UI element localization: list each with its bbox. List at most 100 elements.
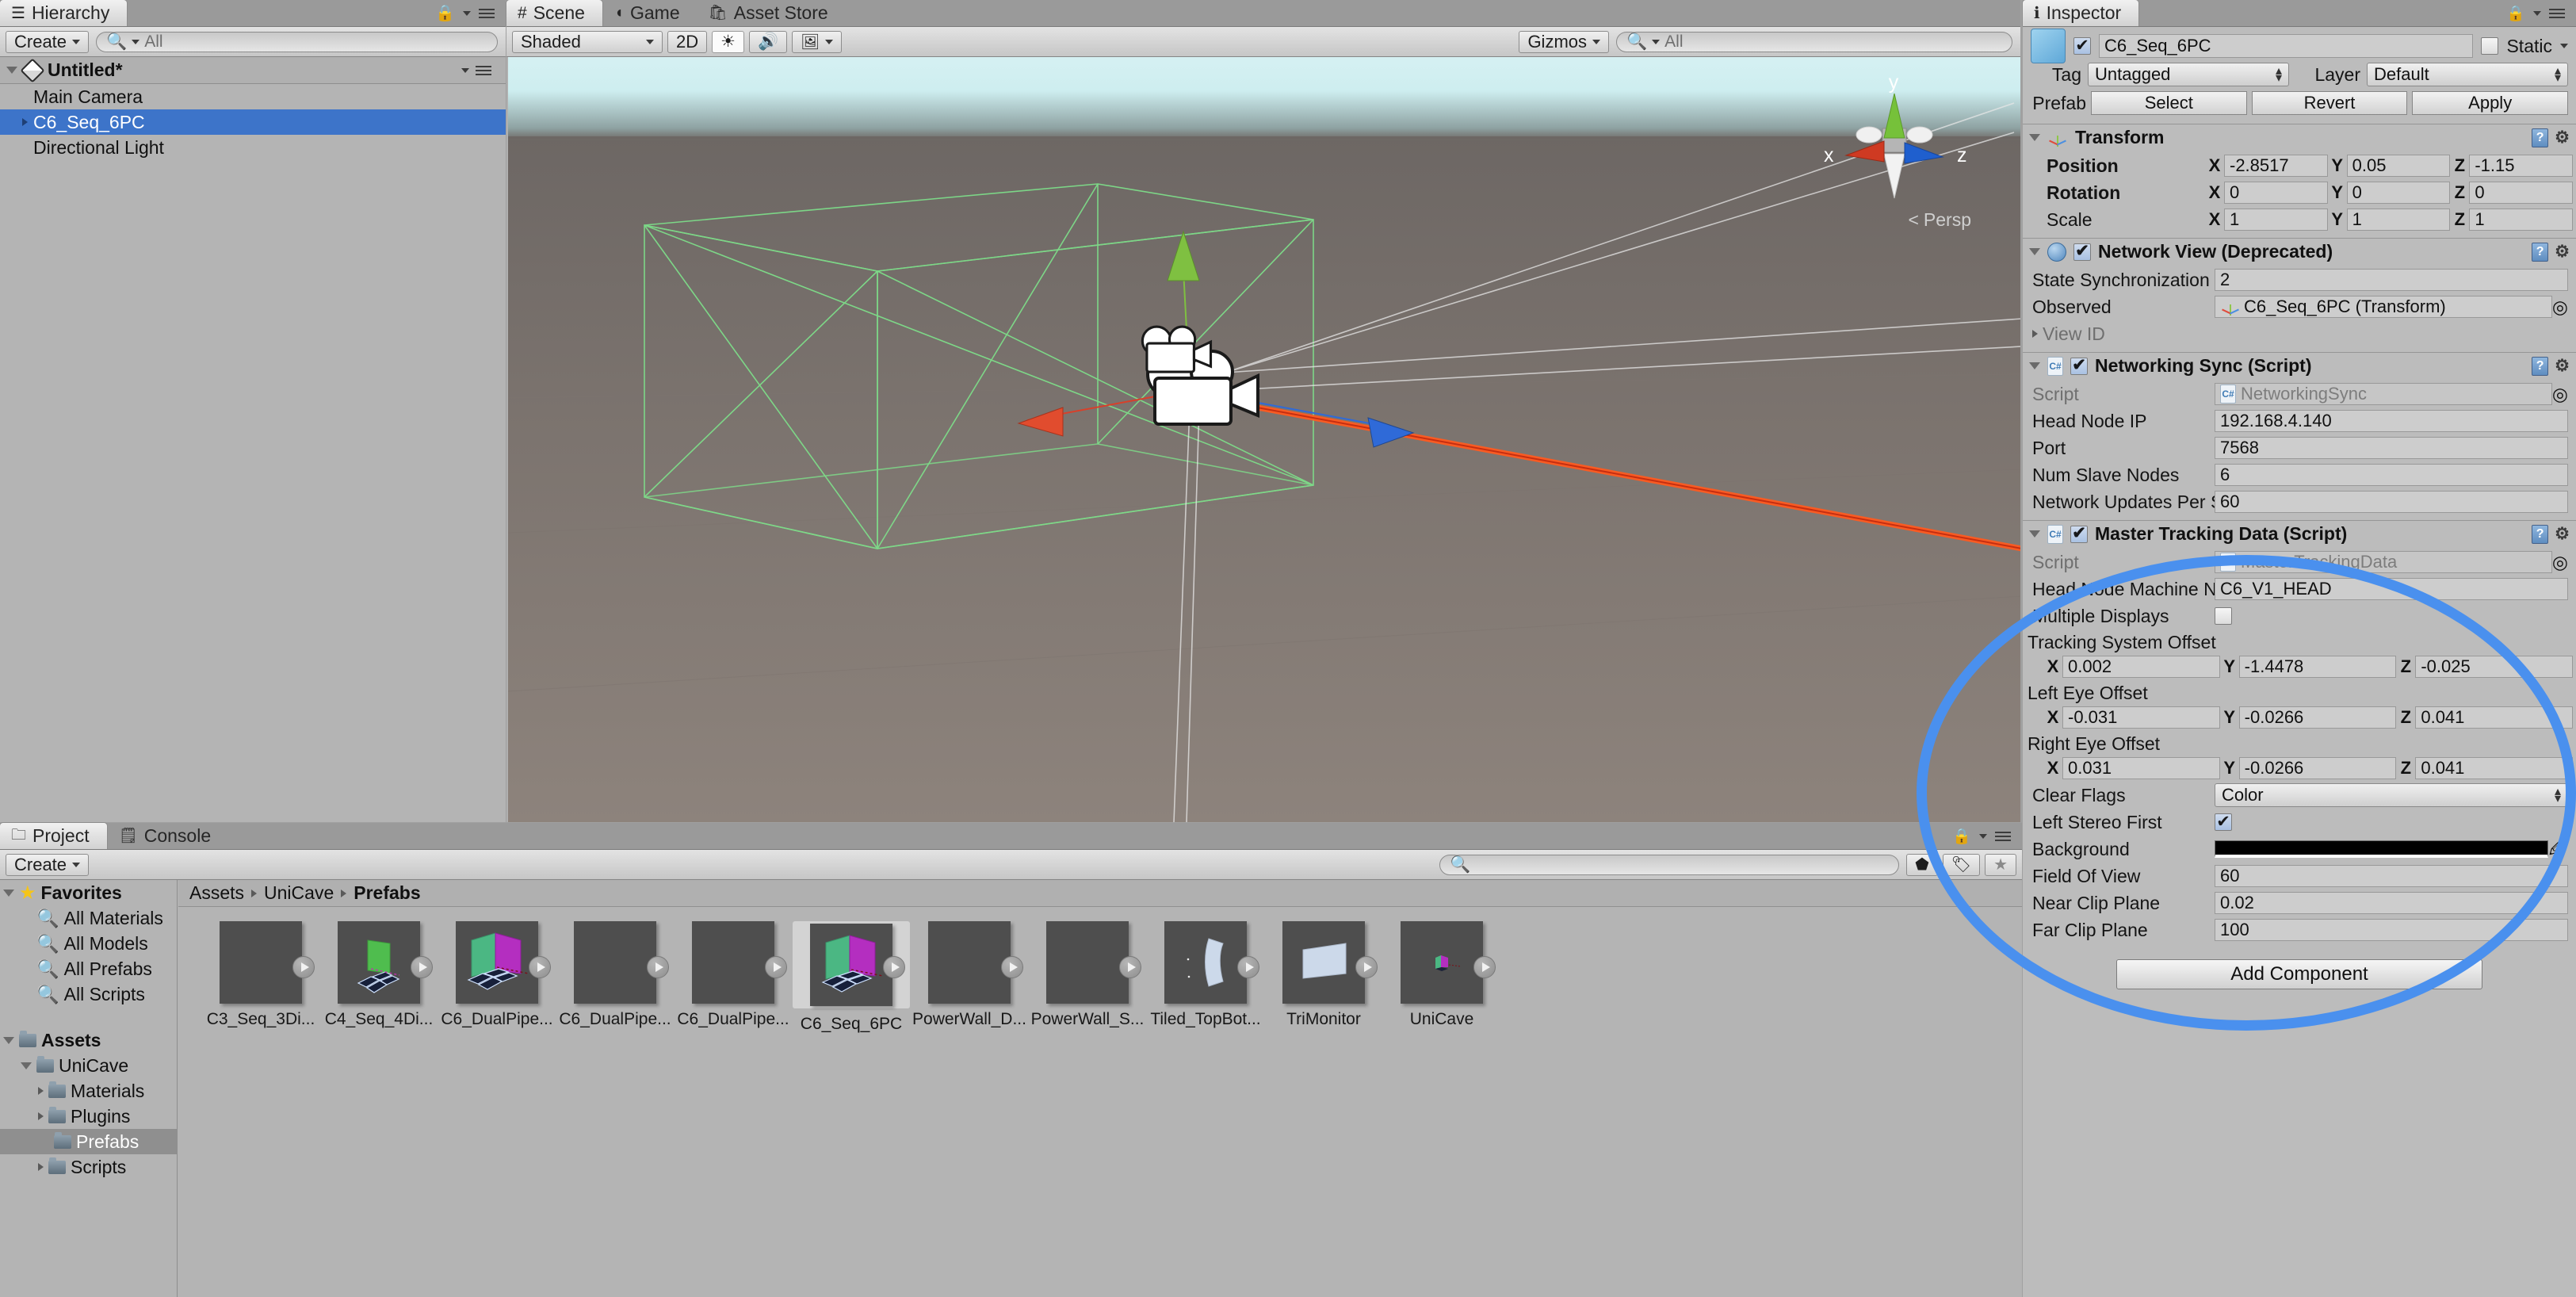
gizmos-dropdown[interactable]: Gizmos (1519, 30, 1609, 53)
chevron-down-icon[interactable] (2029, 362, 2040, 369)
property-input[interactable]: 6 (2215, 464, 2568, 486)
asset-thumbnail[interactable] (810, 924, 892, 1006)
asset-thumbnail[interactable] (456, 921, 538, 1004)
gear-icon[interactable]: ⚙ (2555, 242, 2570, 262)
hierarchy-item[interactable]: Main Camera (0, 84, 506, 109)
filter-by-type-button[interactable]: ⬟ (1906, 853, 1938, 876)
project-tree-item[interactable]: 🔍 All Models (0, 931, 177, 956)
scene-orientation-gizmo[interactable]: y x z (1814, 65, 1973, 224)
create-button[interactable]: Create (6, 30, 90, 53)
asset-expand-button[interactable] (1355, 956, 1378, 978)
chevron-right-icon[interactable] (38, 1163, 44, 1171)
asset-expand-button[interactable] (765, 956, 787, 978)
menu-icon[interactable] (1995, 829, 2011, 844)
asset-item[interactable]: PowerWall_D... (911, 921, 1028, 1029)
asset-item[interactable]: TriMonitor (1265, 921, 1382, 1029)
hierarchy-item[interactable]: Directional Light (0, 135, 506, 160)
hierarchy-item[interactable]: C6_Seq_6PC (0, 109, 506, 135)
tab-hierarchy[interactable]: ☰ Hierarchy (0, 0, 128, 26)
chevron-down-icon[interactable] (6, 67, 17, 74)
asset-item[interactable]: PowerWall_S... (1029, 921, 1146, 1029)
chevron-right-icon[interactable] (38, 1112, 44, 1120)
axis-input-x[interactable]: 0 (2224, 182, 2328, 204)
property-input[interactable]: 60 (2215, 491, 2568, 513)
axis-input-y[interactable]: -0.0266 (2238, 757, 2397, 779)
component-enabled-checkbox[interactable] (2070, 357, 2088, 375)
gear-icon[interactable]: ⚙ (2555, 524, 2570, 544)
add-component-button[interactable]: Add Component (2116, 959, 2482, 989)
asset-thumbnail[interactable] (1046, 921, 1129, 1004)
toggle-2d-button[interactable]: 2D (667, 30, 708, 53)
asset-thumbnail[interactable] (338, 921, 420, 1004)
asset-thumbnail[interactable] (574, 921, 656, 1004)
chevron-down-icon[interactable] (2029, 530, 2040, 538)
color-swatch[interactable] (2215, 840, 2549, 858)
chevron-right-icon[interactable] (2032, 330, 2038, 338)
axis-input-x[interactable]: -2.8517 (2224, 155, 2328, 177)
asset-thumbnail[interactable] (1282, 921, 1365, 1004)
axis-input-x[interactable]: 0.031 (2062, 757, 2220, 779)
hierarchy-scene-row[interactable]: Untitled* (0, 57, 506, 84)
axis-input-y[interactable]: 0 (2346, 182, 2451, 204)
property-input[interactable]: 7568 (2215, 437, 2568, 459)
lock-icon[interactable]: 🔒 (435, 3, 455, 23)
sceneview-search-input[interactable]: 🔍 All (1616, 31, 2012, 52)
component-header-transform[interactable]: Transform? ⚙ (2023, 124, 2576, 151)
asset-expand-button[interactable] (1001, 956, 1023, 978)
asset-item[interactable]: C6_DualPipe... (438, 921, 556, 1029)
axis-input-x[interactable]: 0.002 (2062, 656, 2220, 678)
eyedropper-icon[interactable]: 🖉 (2548, 834, 2568, 865)
component-header-networking-sync-script-[interactable]: C#Networking Sync (Script)?⚙ (2023, 352, 2576, 379)
component-enabled-checkbox[interactable] (2070, 525, 2088, 543)
chevron-down-icon[interactable] (1979, 834, 1987, 839)
chevron-down-icon[interactable] (461, 67, 469, 73)
project-tree-item[interactable]: ★ Favorites (0, 880, 177, 905)
axis-input-z[interactable]: 0.041 (2415, 757, 2574, 779)
scene-canvas[interactable]: y x z < Persp (508, 57, 2020, 822)
chevron-right-icon[interactable] (38, 1087, 44, 1095)
asset-thumbnail[interactable] (1401, 921, 1483, 1004)
help-icon[interactable]: ? (2532, 356, 2549, 376)
gameobject-name-input[interactable]: C6_Seq_6PC (2099, 34, 2474, 58)
tab-console[interactable]: 🗒 Console (108, 822, 229, 849)
menu-icon[interactable] (2549, 6, 2565, 21)
asset-thumbnail[interactable] (692, 921, 774, 1004)
breadcrumb-unicave[interactable]: UniCave (264, 882, 334, 904)
draw-mode-dropdown[interactable]: Shaded (512, 30, 663, 53)
tab-project[interactable]: 🗀 Project (0, 822, 108, 849)
asset-expand-button[interactable] (647, 956, 669, 978)
property-input[interactable]: 192.168.4.140 (2215, 410, 2568, 432)
filter-by-label-button[interactable]: 🏷 (1942, 853, 1981, 876)
axis-input-z[interactable]: 0.041 (2415, 706, 2574, 729)
component-header-master-tracking-data-script-[interactable]: C#Master Tracking Data (Script)?⚙ (2023, 520, 2576, 547)
component-header-network-view-deprecated-[interactable]: Network View (Deprecated)?⚙ (2023, 238, 2576, 265)
layer-dropdown[interactable]: Default ▴ ▾ (2367, 63, 2568, 86)
project-tree-item[interactable]: Prefabs (0, 1129, 177, 1154)
asset-item[interactable]: C4_Seq_4Di... (320, 921, 438, 1029)
property-dropdown[interactable]: Color ▴ ▾ (2215, 783, 2568, 807)
menu-icon[interactable] (476, 63, 491, 78)
asset-item[interactable]: C6_Seq_6PC (793, 921, 910, 1034)
project-tree-item[interactable]: Plugins (0, 1104, 177, 1129)
asset-thumbnail[interactable] (220, 921, 302, 1004)
property-input[interactable]: 2 (2215, 269, 2568, 291)
property-checkbox[interactable] (2215, 813, 2232, 831)
chevron-right-icon[interactable] (22, 118, 28, 126)
axis-input-x[interactable]: -0.031 (2062, 706, 2220, 729)
axis-input-y[interactable]: -1.4478 (2238, 656, 2397, 678)
asset-thumbnail[interactable] (1164, 921, 1247, 1004)
breadcrumb-assets[interactable]: Assets (189, 882, 244, 904)
hierarchy-search-input[interactable]: 🔍 All (96, 31, 498, 52)
gameobject-enabled-checkbox[interactable] (2073, 37, 2091, 55)
asset-expand-button[interactable] (292, 956, 315, 978)
axis-input-z[interactable]: -1.15 (2469, 155, 2574, 177)
axis-input-z[interactable]: 1 (2469, 209, 2574, 231)
asset-item[interactable]: UniCave (1383, 921, 1500, 1029)
favorite-button[interactable]: ★ (1985, 853, 2016, 876)
prefab-revert-button[interactable]: Revert (2251, 91, 2408, 115)
axis-input-x[interactable]: 1 (2224, 209, 2328, 231)
project-tree-item[interactable]: 🔍 All Materials (0, 905, 177, 931)
tab-asset-store[interactable]: 🛍 Asset Store (698, 0, 846, 26)
lock-icon[interactable]: 🔒 (2506, 4, 2525, 23)
axis-input-y[interactable]: 0.05 (2346, 155, 2451, 177)
